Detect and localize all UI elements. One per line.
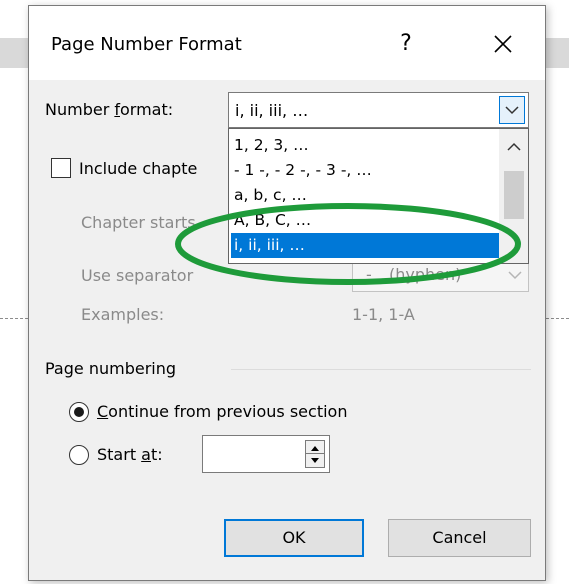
continue-label-accel: C bbox=[97, 402, 109, 421]
examples-label: Examples: bbox=[81, 305, 165, 324]
number-format-list[interactable]: 1, 2, 3, … - 1 -, - 2 -, - 3 -, … a, b, … bbox=[228, 128, 529, 264]
page-number-format-dialog: Page Number Format ? Number format: i, i… bbox=[28, 5, 546, 581]
start-at-radio[interactable] bbox=[69, 445, 89, 465]
close-icon bbox=[494, 35, 512, 53]
chevron-up-icon bbox=[507, 142, 521, 151]
list-scrollbar[interactable] bbox=[499, 129, 528, 263]
number-format-value: i, ii, iii, … bbox=[235, 101, 309, 120]
separator-prefix: - bbox=[366, 265, 372, 284]
help-button[interactable]: ? bbox=[386, 24, 426, 64]
cancel-button[interactable]: Cancel bbox=[388, 519, 531, 557]
number-format-label-post: ormat: bbox=[120, 100, 174, 119]
title-bar: Page Number Format ? bbox=[29, 6, 545, 80]
include-chapter-label: Include chapte bbox=[79, 159, 198, 178]
list-item[interactable]: a, b, c, … bbox=[231, 183, 502, 208]
start-at-label-pre: Start bbox=[97, 445, 142, 464]
ok-button[interactable]: OK bbox=[224, 519, 364, 557]
start-at-spinner[interactable] bbox=[202, 435, 330, 473]
number-format-label: Number format: bbox=[45, 100, 173, 119]
list-item[interactable]: A, B, C, … bbox=[231, 208, 502, 233]
triangle-down-icon bbox=[311, 458, 319, 463]
number-format-dropdown-button[interactable] bbox=[499, 96, 525, 124]
group-divider bbox=[231, 369, 531, 370]
continue-label-rest: ontinue from previous section bbox=[108, 402, 348, 421]
include-chapter-checkbox[interactable] bbox=[51, 158, 71, 178]
examples-value: 1-1, 1-A bbox=[352, 305, 415, 324]
number-format-combobox[interactable]: i, ii, iii, … bbox=[228, 92, 529, 128]
chevron-down-icon bbox=[505, 106, 519, 115]
separator-value: (hyphen) bbox=[389, 265, 462, 284]
continue-label: Continue from previous section bbox=[97, 402, 347, 421]
triangle-up-icon bbox=[311, 446, 319, 451]
start-at-label: Start at: bbox=[97, 445, 163, 464]
number-format-label-pre: Number bbox=[45, 100, 115, 119]
list-item[interactable]: - 1 -, - 2 -, - 3 -, … bbox=[231, 158, 502, 183]
continue-radio[interactable] bbox=[69, 402, 89, 422]
scrollbar-thumb[interactable] bbox=[504, 171, 524, 219]
spin-buttons bbox=[305, 440, 325, 468]
close-button[interactable] bbox=[483, 24, 523, 64]
chevron-down-icon bbox=[508, 271, 522, 280]
spin-down-button[interactable] bbox=[306, 454, 324, 467]
list-item-selected[interactable]: i, ii, iii, … bbox=[231, 233, 502, 258]
list-item[interactable]: 1, 2, 3, … bbox=[231, 133, 502, 158]
dialog-title: Page Number Format bbox=[51, 34, 242, 55]
start-at-label-accel: a bbox=[141, 445, 151, 464]
page-numbering-heading: Page numbering bbox=[45, 359, 177, 378]
chapter-starts-label: Chapter starts bbox=[81, 213, 196, 232]
start-at-label-post: t: bbox=[150, 445, 163, 464]
spin-up-button[interactable] bbox=[306, 441, 324, 454]
use-separator-label: Use separator bbox=[81, 266, 194, 285]
